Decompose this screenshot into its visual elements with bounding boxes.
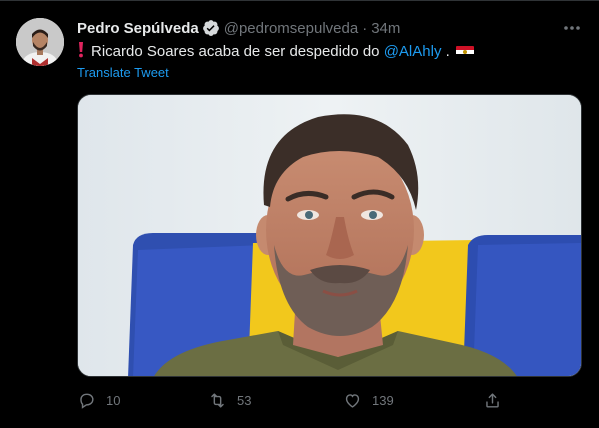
egypt-flag-icon: [455, 46, 474, 58]
like-action[interactable]: 139: [343, 391, 394, 410]
tweet-text: Ricardo Soares acaba de ser despedido do…: [77, 41, 474, 63]
reply-count: 10: [106, 393, 121, 408]
reply-icon: [80, 393, 94, 409]
share-action[interactable]: [483, 391, 512, 410]
translate-tweet-link[interactable]: Translate Tweet: [77, 65, 169, 80]
more-options-icon[interactable]: [561, 19, 583, 37]
heart-icon: [345, 394, 360, 408]
avatar-image: [16, 18, 64, 66]
tweet-timestamp[interactable]: 34m: [371, 20, 400, 37]
red-exclamation-icon: [77, 41, 85, 63]
tweet-header: Pedro Sepúlveda @pedromsepulveda · 34m: [77, 18, 400, 38]
photo-man-in-stadium-seat: [78, 95, 581, 376]
separator-dot: ·: [362, 19, 368, 37]
tweet-actions: 10 53 139: [77, 391, 582, 413]
retweet-count: 53: [237, 393, 252, 408]
retweet-action[interactable]: 53: [208, 391, 251, 410]
tweet-text-body: Ricardo Soares acaba de ser despedido do: [91, 43, 384, 60]
retweet-icon: [211, 393, 224, 408]
avatar[interactable]: [16, 18, 64, 66]
tweet-photo[interactable]: [77, 94, 582, 377]
like-count: 139: [372, 393, 394, 408]
tweet-text-tail: .: [441, 43, 450, 60]
author-name[interactable]: Pedro Sepúlveda: [77, 20, 199, 37]
verified-badge-icon: [202, 19, 220, 37]
mention-link[interactable]: @AlAhly: [384, 42, 442, 62]
author-handle[interactable]: @pedromsepulveda: [224, 20, 358, 37]
tweet-card[interactable]: Pedro Sepúlveda @pedromsepulveda · 34m R…: [0, 0, 599, 428]
share-icon: [486, 393, 499, 408]
reply-action[interactable]: 10: [77, 391, 120, 410]
